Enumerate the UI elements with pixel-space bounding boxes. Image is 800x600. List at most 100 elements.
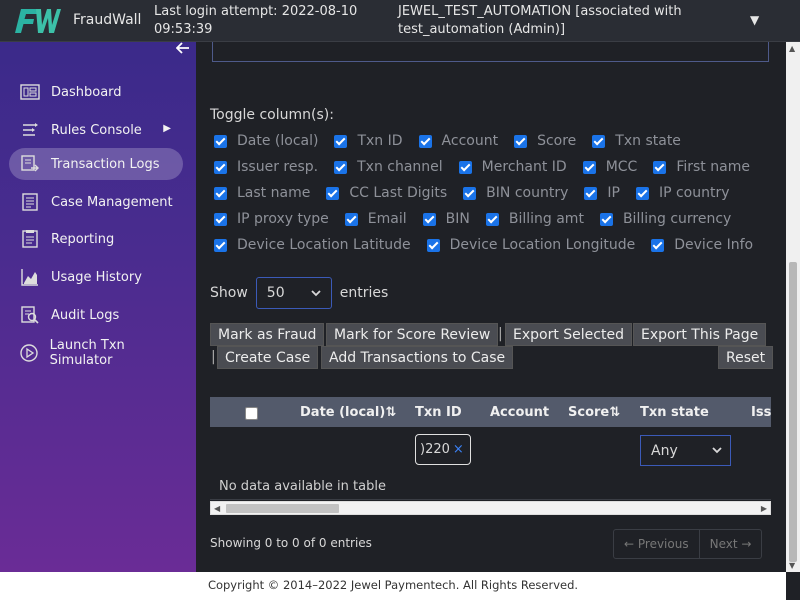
checkbox[interactable] xyxy=(592,134,606,148)
checkbox[interactable] xyxy=(584,186,598,200)
checkbox[interactable] xyxy=(463,186,477,200)
checkbox[interactable] xyxy=(485,212,499,226)
sidebar-item-launch-txn-simulator[interactable]: Launch Txn Simulator xyxy=(9,337,183,369)
checkbox[interactable] xyxy=(514,134,528,148)
toggle-device-info[interactable]: Device Info xyxy=(651,237,753,253)
toggle-issuer-resp[interactable]: Issuer resp. xyxy=(214,159,318,175)
toggle-merchant-id[interactable]: Merchant ID xyxy=(458,159,567,175)
toggle-row-4: IP proxy type Email BIN Billing amt Bill… xyxy=(214,209,747,229)
toggle-ip[interactable]: IP xyxy=(584,185,620,201)
toggle-device-location-latitude[interactable]: Device Location Latitude xyxy=(214,237,411,253)
sidebar-item-label: Audit Logs xyxy=(51,307,120,323)
checkbox[interactable] xyxy=(635,186,649,200)
last-login-info: Last login attempt: 2022-08-10 09:53:39 xyxy=(154,4,358,37)
chevron-down-icon[interactable]: ▼ xyxy=(750,13,759,27)
scroll-up-icon[interactable]: ▲ xyxy=(789,44,795,53)
column-txn-id[interactable]: Txn ID xyxy=(415,405,462,420)
checkbox[interactable] xyxy=(422,212,436,226)
checkbox[interactable] xyxy=(651,238,665,252)
toggle-first-name[interactable]: First name xyxy=(653,159,750,175)
scroll-right-icon[interactable]: ▶ xyxy=(761,504,767,513)
toggle-txn-id[interactable]: Txn ID xyxy=(334,133,403,149)
toggle-billing-currency[interactable]: Billing currency xyxy=(599,211,731,227)
selected-value: Any xyxy=(651,442,678,459)
checkbox[interactable] xyxy=(334,160,348,174)
sidebar-item-audit-logs[interactable]: Audit Logs xyxy=(9,299,183,331)
reset-button[interactable]: Reset xyxy=(718,346,774,369)
sidebar-item-dashboard[interactable]: Dashboard xyxy=(9,76,183,108)
toggle-ip-proxy-type[interactable]: IP proxy type xyxy=(214,211,329,227)
toggle-score[interactable]: Score xyxy=(514,133,576,149)
collapse-sidebar-icon[interactable] xyxy=(175,42,190,58)
checkbox[interactable] xyxy=(344,212,358,226)
toggle-columns-title: Toggle column(s): xyxy=(210,107,334,123)
column-score[interactable]: Score⇅ xyxy=(568,405,620,420)
sidebar-item-reporting[interactable]: Reporting xyxy=(9,223,183,255)
create-case-button[interactable]: Create Case xyxy=(217,346,319,369)
column-txn-state[interactable]: Txn state xyxy=(640,405,709,420)
txn-state-filter-select[interactable]: Any xyxy=(640,435,731,466)
column-account[interactable]: Account xyxy=(490,405,549,420)
sidebar-item-rules-console[interactable]: Rules Console ▶ xyxy=(9,114,183,146)
dashboard-icon xyxy=(19,81,41,103)
toggle-cc-last-digits[interactable]: CC Last Digits xyxy=(326,185,447,201)
account-selector[interactable]: JEWEL_TEST_AUTOMATION [associated with t… xyxy=(398,3,728,39)
sidebar-item-case-management[interactable]: Case Management xyxy=(9,186,183,218)
toggle-bin-country[interactable]: BIN country xyxy=(463,185,568,201)
checkbox[interactable] xyxy=(214,160,227,174)
toggle-mcc[interactable]: MCC xyxy=(582,159,637,175)
scroll-thumb[interactable] xyxy=(789,262,797,562)
checkbox[interactable] xyxy=(599,212,613,226)
sidebar: Dashboard Rules Console ▶ Transaction Lo… xyxy=(0,42,196,572)
column-date-local[interactable]: Date (local)⇅ xyxy=(300,405,396,420)
column-issuer-resp[interactable]: Iss xyxy=(751,405,771,420)
checkbox[interactable] xyxy=(653,160,667,174)
sidebar-item-label: Usage History xyxy=(51,269,142,285)
page-length-select[interactable]: 50 xyxy=(255,277,332,309)
sidebar-item-transaction-logs[interactable]: Transaction Logs xyxy=(9,148,183,180)
toggle-last-name[interactable]: Last name xyxy=(214,185,310,201)
toggle-txn-channel[interactable]: Txn channel xyxy=(334,159,443,175)
previous-page-button[interactable]: ← Previous xyxy=(614,530,699,558)
checkbox[interactable] xyxy=(458,160,472,174)
transaction-logs-icon xyxy=(19,153,41,175)
clear-icon[interactable]: × xyxy=(453,442,464,457)
show-entries: Show 50 entries xyxy=(210,277,388,309)
scroll-thumb[interactable] xyxy=(226,504,339,513)
scroll-down-icon[interactable]: ▼ xyxy=(789,561,795,570)
scroll-left-icon[interactable]: ◀ xyxy=(214,504,220,513)
export-this-page-button[interactable]: Export This Page xyxy=(633,323,767,346)
mark-for-score-review-button[interactable]: Mark for Score Review xyxy=(326,323,499,346)
checkbox[interactable] xyxy=(426,238,440,252)
copyright-text: Copyright © 2014–2022 Jewel Paymentech. … xyxy=(207,578,579,592)
mark-as-fraud-button[interactable]: Mark as Fraud xyxy=(210,323,325,346)
entries-label: entries xyxy=(339,285,389,301)
checkbox[interactable] xyxy=(214,238,227,252)
add-transactions-to-case-button[interactable]: Add Transactions to Case xyxy=(321,346,514,369)
toggle-device-location-longitude[interactable]: Device Location Longitude xyxy=(426,237,635,253)
select-all-checkbox[interactable] xyxy=(245,407,258,420)
toggle-billing-amt[interactable]: Billing amt xyxy=(485,211,584,227)
checkbox[interactable] xyxy=(334,134,348,148)
pagination: ← Previous Next → xyxy=(613,529,763,559)
checkbox[interactable] xyxy=(214,134,227,148)
sidebar-item-usage-history[interactable]: Usage History xyxy=(9,261,183,293)
toggle-date-local[interactable]: Date (local) xyxy=(214,133,318,149)
toggle-bin[interactable]: BIN xyxy=(422,211,470,227)
separator: | xyxy=(498,326,503,342)
checkbox[interactable] xyxy=(582,160,596,174)
txn-id-filter-input[interactable]: )220 × xyxy=(415,434,471,465)
checkbox[interactable] xyxy=(418,134,432,148)
toggle-email[interactable]: Email xyxy=(344,211,407,227)
toggle-account[interactable]: Account xyxy=(418,133,498,149)
checkbox[interactable] xyxy=(326,186,340,200)
checkbox[interactable] xyxy=(214,186,227,200)
fraudwall-logo[interactable] xyxy=(12,5,62,37)
toggle-txn-state[interactable]: Txn state xyxy=(592,133,681,149)
toggle-ip-country[interactable]: IP country xyxy=(635,185,730,201)
vertical-scrollbar[interactable]: ▲ ▼ xyxy=(786,42,800,572)
horizontal-scrollbar[interactable]: ◀ ▶ xyxy=(210,501,771,515)
checkbox[interactable] xyxy=(214,212,227,226)
export-selected-button[interactable]: Export Selected xyxy=(505,323,632,346)
next-page-button[interactable]: Next → xyxy=(698,530,762,558)
